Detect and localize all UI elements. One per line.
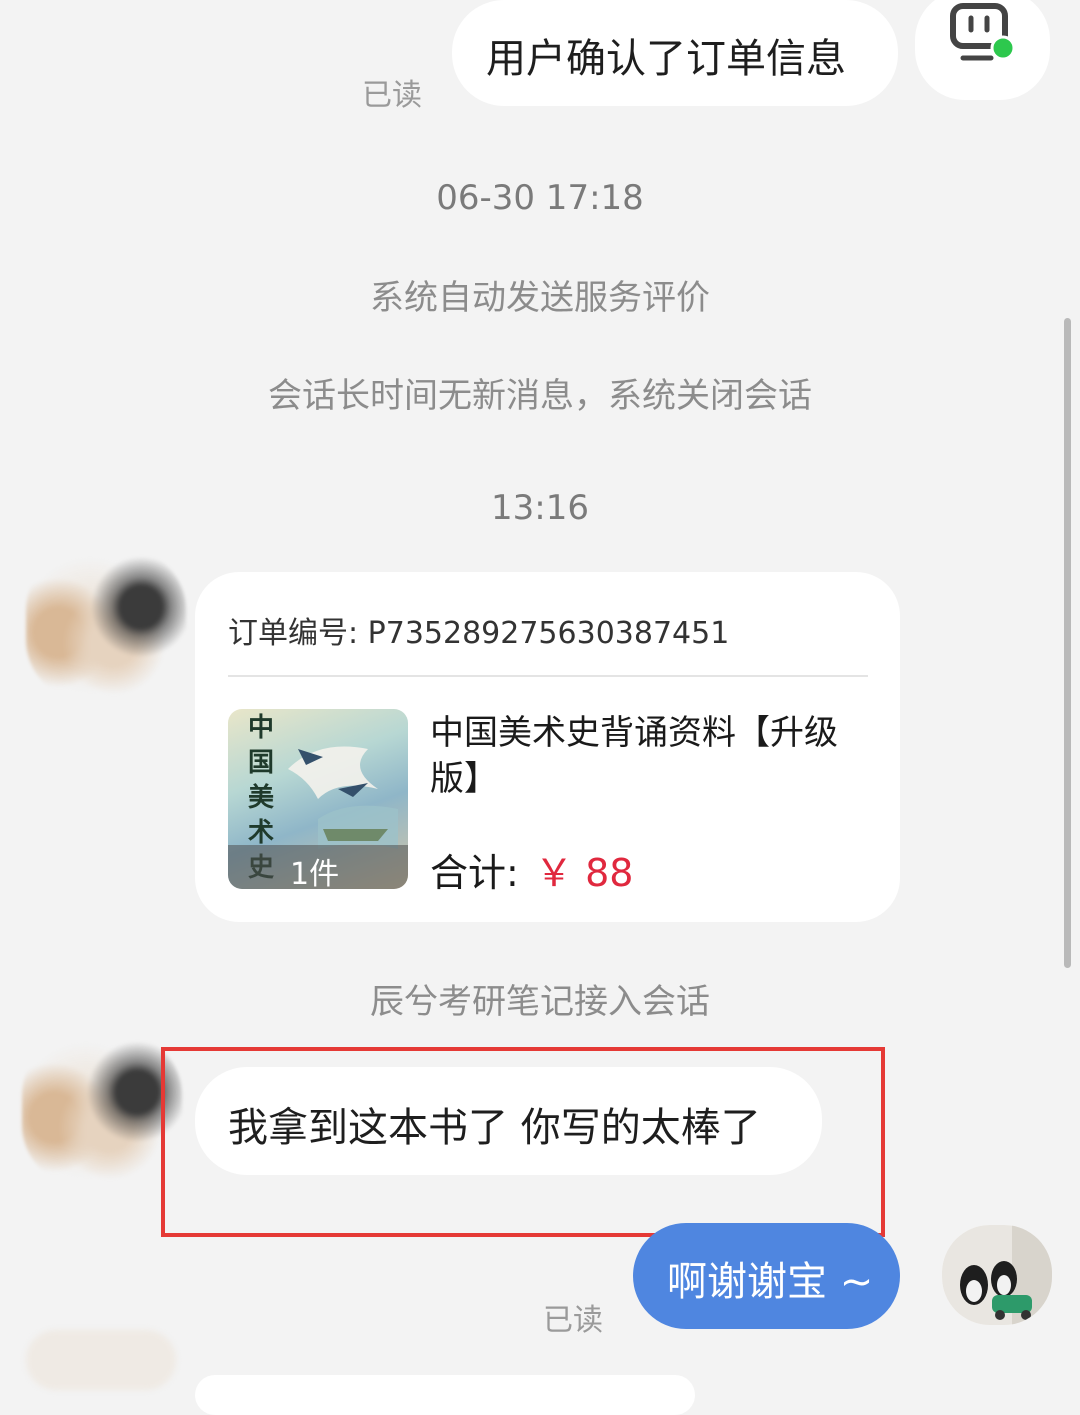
self-avatar[interactable]	[942, 1225, 1052, 1325]
total-price: ￥ 88	[535, 851, 634, 895]
read-receipt: 已读	[543, 1303, 603, 1338]
user-avatar-partial	[26, 1330, 176, 1390]
divider	[228, 675, 868, 677]
quantity-label: 1件	[290, 857, 340, 889]
outgoing-message-bubble[interactable]: 啊谢谢宝 ~	[633, 1223, 900, 1329]
user-avatar[interactable]	[22, 1035, 182, 1185]
penguin-avatar-image	[942, 1225, 1052, 1325]
product-title[interactable]: 中国美术史背诵资料【升级版】	[430, 710, 850, 802]
order-number: 订单编号: P735289275630387451	[228, 616, 730, 651]
robot-icon	[950, 3, 1016, 61]
outgoing-message-text: 啊谢谢宝 ~	[667, 1259, 874, 1305]
outgoing-message-bubble[interactable]: 用户确认了订单信息	[452, 0, 898, 106]
user-avatar[interactable]	[26, 550, 186, 700]
system-message: 系统自动发送服务评价	[370, 278, 710, 318]
system-message: 会话长时间无新消息，系统关闭会话	[268, 376, 812, 416]
total-label: 合计:	[430, 851, 519, 895]
order-card[interactable]: 订单编号: P735289275630387451 中国美术史 1件 中国美术史…	[195, 572, 900, 922]
timestamp: 13:16	[491, 488, 589, 528]
read-receipt: 已读	[362, 78, 422, 113]
outgoing-message-text: 用户确认了订单信息	[486, 36, 846, 82]
system-message: 辰兮考研笔记接入会话	[370, 982, 710, 1022]
product-thumbnail[interactable]: 中国美术史 1件	[228, 709, 408, 889]
online-status-dot	[990, 35, 1016, 61]
bot-avatar[interactable]	[915, 0, 1050, 100]
annotation-highlight-box	[161, 1047, 885, 1237]
timestamp: 06-30 17:18	[436, 178, 644, 218]
quantity-overlay: 1件	[228, 845, 408, 889]
scrollbar[interactable]	[1064, 318, 1071, 968]
next-message-bubble-partial	[195, 1375, 695, 1415]
